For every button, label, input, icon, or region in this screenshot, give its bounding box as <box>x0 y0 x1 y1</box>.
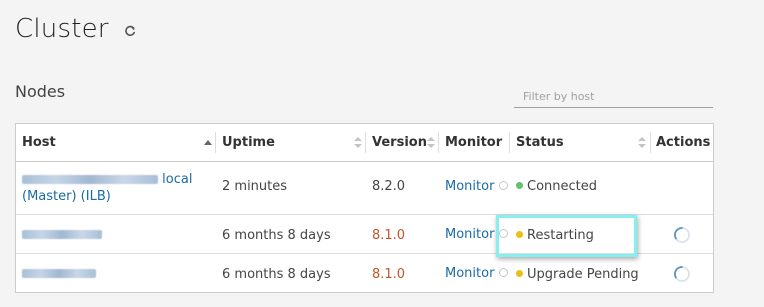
status-cell: Connected <box>516 179 597 194</box>
status-dot-icon <box>516 231 523 238</box>
uptime-value: 6 months 8 days <box>222 228 331 243</box>
uptime-value: 2 minutes <box>222 179 288 194</box>
status-label: Upgrade Pending <box>527 267 639 282</box>
column-divider <box>509 132 510 153</box>
column-header-host-label: Host <box>22 135 56 150</box>
status-label: Restarting <box>527 228 594 243</box>
column-divider <box>650 132 651 153</box>
column-header-host[interactable]: Host <box>22 124 218 161</box>
table-header: Host Uptime Version Monitor Status Actio… <box>16 124 713 162</box>
monitor-cell: Monitor <box>445 179 509 194</box>
monitor-status-icon <box>499 181 509 190</box>
column-header-uptime[interactable]: Uptime <box>222 124 362 161</box>
status-cell: Upgrade Pending <box>516 267 639 282</box>
status-dot-icon <box>516 270 523 277</box>
column-divider <box>365 132 366 153</box>
nodes-section-title: Nodes <box>15 82 66 101</box>
uptime-value: 6 months 8 days <box>222 267 331 282</box>
monitor-link[interactable]: Monitor <box>445 179 494 194</box>
sort-icon[interactable] <box>638 137 646 149</box>
column-header-monitor-label: Monitor <box>445 135 503 150</box>
host-role[interactable]: (Master) (ILB) <box>22 188 192 205</box>
status-dot-icon <box>516 182 523 189</box>
title-row: Cluster <box>15 14 137 44</box>
table-row: local (Master) (ILB) 2 minutes 8.2.0 Mon… <box>16 162 713 215</box>
table-row: 6 months 8 days 8.1.0 Monitor Restarting <box>16 216 713 254</box>
version-value: 8.1.0 <box>372 228 406 243</box>
filter-by-host-input[interactable] <box>514 86 713 108</box>
host-cell <box>22 266 96 281</box>
loading-spinner-icon <box>674 227 690 243</box>
column-header-uptime-label: Uptime <box>222 135 275 150</box>
host-link[interactable]: local <box>22 171 192 188</box>
monitor-link[interactable]: Monitor <box>445 227 494 242</box>
sort-ascending-icon[interactable] <box>204 140 212 145</box>
page-title: Cluster <box>15 14 109 44</box>
version-value: 8.2.0 <box>372 179 406 194</box>
column-header-actions-label: Actions <box>656 135 711 150</box>
host-suffix: local <box>162 172 193 187</box>
column-header-version[interactable]: Version <box>372 124 434 161</box>
refresh-icon[interactable] <box>123 24 137 38</box>
status-label: Connected <box>527 179 598 194</box>
redacted-hostname[interactable] <box>22 269 96 278</box>
column-header-version-label: Version <box>372 135 427 150</box>
monitor-cell: Monitor <box>445 227 509 242</box>
column-header-status[interactable]: Status <box>516 124 636 161</box>
column-divider <box>438 132 439 153</box>
host-cell <box>22 227 102 242</box>
sort-icon[interactable] <box>354 137 362 149</box>
column-divider <box>215 132 216 153</box>
version-value: 8.1.0 <box>372 267 406 282</box>
loading-spinner-icon <box>674 266 690 282</box>
monitor-status-icon <box>499 229 509 238</box>
redacted-hostname <box>22 175 158 184</box>
monitor-link[interactable]: Monitor <box>445 266 494 281</box>
status-cell: Restarting <box>516 228 594 243</box>
monitor-status-icon <box>499 268 509 277</box>
table-row: 6 months 8 days 8.1.0 Monitor Upgrade Pe… <box>16 255 713 293</box>
monitor-cell: Monitor <box>445 266 509 281</box>
host-cell: local (Master) (ILB) <box>22 171 192 205</box>
cluster-page: Cluster Nodes Host Uptime Version <box>0 0 764 307</box>
redacted-hostname[interactable] <box>22 230 102 239</box>
column-header-actions: Actions <box>656 124 712 161</box>
column-header-monitor: Monitor <box>445 124 509 161</box>
nodes-table: Host Uptime Version Monitor Status Actio… <box>15 123 714 293</box>
sort-icon[interactable] <box>427 137 435 149</box>
column-header-status-label: Status <box>516 135 564 150</box>
